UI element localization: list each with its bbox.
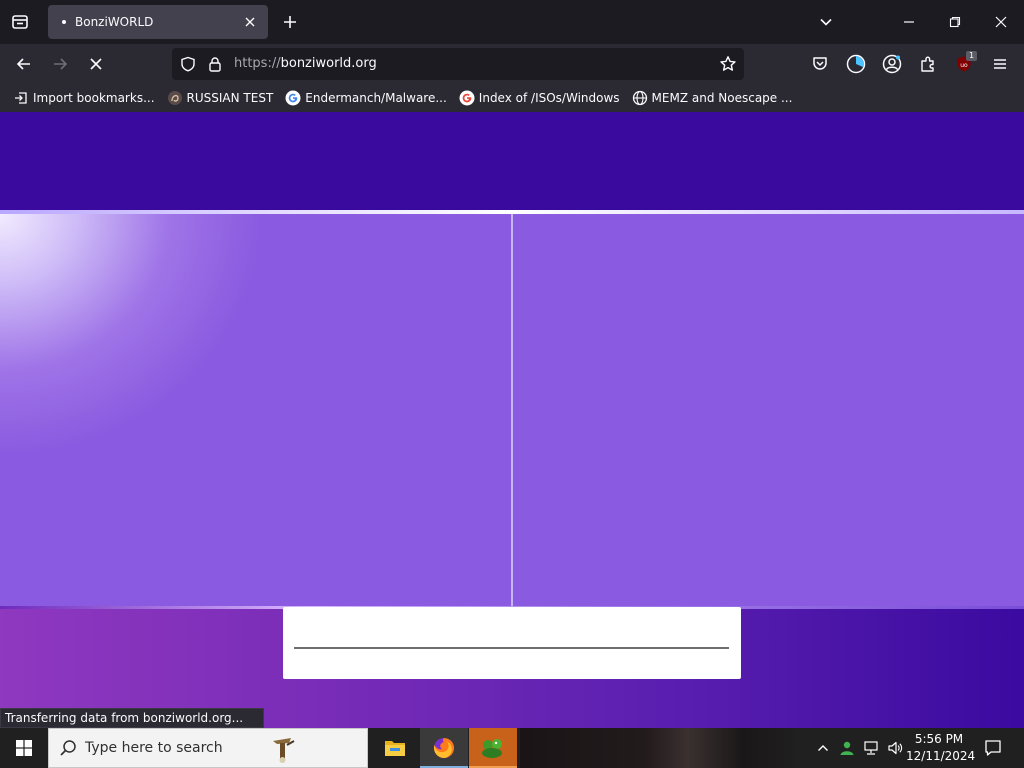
lock-icon[interactable] <box>205 54 225 74</box>
google-icon <box>285 90 301 106</box>
import-icon <box>13 90 29 106</box>
network-button[interactable] <box>860 728 882 768</box>
google-icon <box>459 90 475 106</box>
taskbar-bonzi-app[interactable] <box>469 728 517 768</box>
firefox-view-icon <box>12 15 28 29</box>
search-icon <box>60 740 76 756</box>
bookmark-label: Index of /ISOs/Windows <box>478 91 620 105</box>
name-input[interactable] <box>294 627 729 649</box>
hamburger-menu-icon <box>994 59 1006 69</box>
bookmark-russian-test[interactable]: RUSSIAN TEST <box>164 86 277 110</box>
puzzle-icon <box>921 56 934 72</box>
tray-user-app[interactable] <box>836 728 858 768</box>
tab-loading-icon <box>62 20 66 24</box>
address-bar[interactable]: https://bonziworld.org <box>172 48 744 80</box>
speaker-icon <box>888 741 903 755</box>
ublock-origin-button[interactable]: uo 1 <box>950 50 978 78</box>
bonzi-icon <box>482 739 502 758</box>
back-button[interactable] <box>10 50 38 78</box>
bookmark-star-icon[interactable] <box>718 54 738 74</box>
navigation-toolbar: https://bonziworld.org uo 1 <box>0 44 1024 84</box>
bookmarks-toolbar: Import bookmarks... RUSSIAN TEST Enderma… <box>0 84 1024 112</box>
taskbar-background <box>520 728 800 768</box>
minimize-button[interactable] <box>886 0 932 44</box>
search-highlight-icon <box>273 738 295 763</box>
notification-center-button[interactable] <box>978 728 1008 768</box>
chevron-down-icon <box>820 18 832 26</box>
speed-gauge-icon <box>846 54 866 74</box>
search-placeholder: Type here to search <box>85 740 223 756</box>
bookmark-isos-windows[interactable]: Index of /ISOs/Windows <box>456 86 623 110</box>
bookmark-endermanch[interactable]: Endermanch/Malware... <box>282 86 450 110</box>
stop-icon <box>90 58 102 70</box>
taskbar: Type here to search 5:56 PM 12/11/2024 <box>0 728 1024 768</box>
start-button[interactable] <box>0 728 48 768</box>
restore-icon <box>949 16 961 28</box>
url-host: bonziworld.org <box>280 56 377 71</box>
network-icon <box>864 741 878 755</box>
bonziworld-page <box>0 112 1024 728</box>
firefox-view-button[interactable] <box>6 8 34 36</box>
show-hidden-icons-button[interactable] <box>812 728 834 768</box>
file-explorer-icon <box>385 741 405 756</box>
tab-title: BonziWORLD <box>75 15 154 29</box>
notification-icon <box>985 740 1001 756</box>
pocket-icon <box>813 57 827 70</box>
pocket-button[interactable] <box>806 50 834 78</box>
page-header <box>0 112 1024 210</box>
extensions-button[interactable] <box>914 50 942 78</box>
bookmark-memz-noescape[interactable]: MEMZ and Noescape ... <box>629 86 796 110</box>
bookmark-label: Endermanch/Malware... <box>305 91 447 105</box>
stage-right-panel <box>513 214 1024 606</box>
extension-badge: 1 <box>966 51 978 61</box>
close-icon <box>245 17 255 27</box>
vpn-extension-button[interactable] <box>842 50 870 78</box>
volume-button[interactable] <box>884 728 906 768</box>
stage-left-panel <box>0 214 511 606</box>
url-text[interactable]: https://bonziworld.org <box>234 48 377 80</box>
close-icon <box>995 16 1007 28</box>
restore-button[interactable] <box>932 0 978 44</box>
arrow-left-icon <box>16 58 30 70</box>
arrow-right-icon <box>54 58 68 70</box>
taskbar-clock[interactable]: 5:56 PM 12/11/2024 <box>906 731 976 765</box>
windows-logo-icon <box>16 740 32 756</box>
chevron-up-icon <box>818 745 828 751</box>
clock-date: 12/11/2024 <box>906 749 976 763</box>
tab-strip: BonziWORLD <box>0 0 1024 44</box>
forward-button[interactable] <box>46 50 74 78</box>
tab-bonziworld[interactable]: BonziWORLD <box>48 5 268 39</box>
taskbar-search-box[interactable]: Type here to search <box>48 728 368 768</box>
clock-time: 5:56 PM <box>914 732 964 746</box>
list-all-tabs-button[interactable] <box>812 8 840 36</box>
bookmark-import[interactable]: Import bookmarks... <box>10 86 158 110</box>
account-button[interactable] <box>878 50 906 78</box>
close-window-button[interactable] <box>978 0 1024 44</box>
bookmark-label: MEMZ and Noescape ... <box>651 91 793 105</box>
user-tray-icon <box>840 741 854 755</box>
plus-icon <box>284 16 296 28</box>
url-protocol: https:// <box>234 56 281 71</box>
login-panel <box>283 607 741 679</box>
bookmark-label: Import bookmarks... <box>33 91 155 105</box>
firefox-icon <box>434 737 455 758</box>
globe-icon <box>632 90 648 106</box>
app-menu-button[interactable] <box>986 50 1014 78</box>
new-tab-button[interactable] <box>276 8 304 36</box>
minimize-icon <box>904 21 914 23</box>
taskbar-file-explorer[interactable] <box>371 728 419 768</box>
tab-close-button[interactable] <box>240 12 260 32</box>
status-panel: Transferring data from bonziworld.org... <box>0 708 264 728</box>
account-icon <box>882 54 902 74</box>
stop-loading-button[interactable] <box>82 50 110 78</box>
svg-text:uo: uo <box>960 62 968 69</box>
taskbar-firefox[interactable] <box>420 728 468 768</box>
bookmark-label: RUSSIAN TEST <box>186 91 274 105</box>
site-favicon <box>167 90 183 106</box>
tracking-protection-icon[interactable] <box>178 54 198 74</box>
